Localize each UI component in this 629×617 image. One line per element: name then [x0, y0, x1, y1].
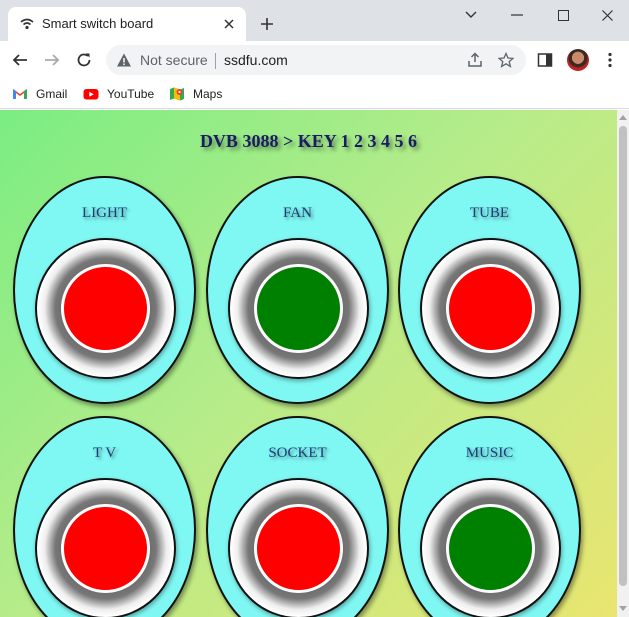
switch-ring-tv[interactable]: [35, 478, 176, 617]
tab-title: Smart switch board: [42, 16, 154, 31]
switch-button-fan[interactable]: [254, 264, 343, 353]
switch-card-music: MUSIC: [398, 416, 581, 617]
reload-icon[interactable]: [72, 48, 96, 72]
switch-button-light[interactable]: [61, 264, 150, 353]
close-window-icon[interactable]: [584, 0, 629, 30]
switch-card-fan: FAN: [206, 176, 389, 404]
security-label[interactable]: Not secure: [140, 52, 208, 68]
gmail-icon: [12, 86, 28, 102]
switch-button-socket[interactable]: [254, 504, 343, 593]
minimize-icon[interactable]: [494, 0, 540, 30]
profile-avatar[interactable]: [567, 49, 589, 71]
bookmark-gmail-label: Gmail: [36, 87, 68, 101]
switch-card-tv: T V: [13, 416, 196, 617]
youtube-icon: [83, 86, 99, 102]
switch-card-light: LIGHT: [13, 176, 196, 404]
omnibox-divider: [215, 53, 216, 69]
new-tab-icon[interactable]: [256, 13, 278, 35]
switch-card-socket: SOCKET: [206, 416, 389, 617]
side-panel-icon[interactable]: [534, 49, 556, 71]
scroll-down-icon[interactable]: [619, 606, 627, 611]
maximize-icon[interactable]: [540, 0, 586, 30]
close-tab-icon[interactable]: [220, 15, 238, 33]
scroll-up-icon[interactable]: [619, 115, 627, 120]
bookmark-gmail[interactable]: Gmail: [12, 83, 67, 105]
scrollbar-thumb[interactable]: [619, 126, 627, 586]
switch-button-tube[interactable]: [446, 264, 535, 353]
tab-search-icon[interactable]: [448, 0, 494, 30]
bookmark-youtube-label: YouTube: [107, 87, 155, 101]
bookmark-star-icon[interactable]: [496, 50, 516, 70]
warning-icon[interactable]: [116, 52, 132, 68]
browser-toolbar: Not secure ssdfu.com: [0, 41, 629, 78]
page-content: DVB 3088 > KEY 1 2 3 4 5 6 LIGHT FAN TUB…: [0, 110, 617, 617]
switch-label-tv: T V: [92, 445, 117, 461]
switch-ring-socket[interactable]: [228, 478, 369, 617]
switch-label-music: MUSIC: [465, 445, 514, 461]
switch-button-tv[interactable]: [61, 504, 150, 593]
page-heading: DVB 3088 > KEY 1 2 3 4 5 6: [199, 131, 418, 151]
switch-ring-music[interactable]: [420, 478, 561, 617]
tab-smart-switch-board[interactable]: Smart switch board: [8, 7, 246, 41]
bookmark-youtube[interactable]: YouTube: [83, 83, 154, 105]
share-icon[interactable]: [465, 50, 485, 70]
forward-arrow-icon[interactable]: [40, 48, 64, 72]
switch-ring-tube[interactable]: [420, 238, 561, 379]
address-bar[interactable]: Not secure ssdfu.com: [106, 45, 526, 75]
vertical-scrollbar[interactable]: [617, 110, 629, 617]
bookmark-maps[interactable]: Maps: [169, 83, 222, 105]
switch-label-tube: TUBE: [469, 205, 510, 221]
switch-label-socket: SOCKET: [268, 445, 327, 461]
bookmark-maps-label: Maps: [193, 87, 223, 101]
switch-label-light: LIGHT: [82, 205, 127, 221]
bookmarks-bar: Gmail YouTube Maps: [0, 78, 629, 109]
switch-ring-light[interactable]: [35, 238, 176, 379]
switch-ring-fan[interactable]: [228, 238, 369, 379]
back-arrow-icon[interactable]: [8, 48, 32, 72]
wifi-favicon-icon: [19, 16, 35, 32]
maps-icon: [169, 86, 185, 102]
menu-kebab-icon[interactable]: [599, 49, 621, 71]
url-text[interactable]: ssdfu.com: [224, 52, 288, 68]
switch-label-fan: FAN: [283, 205, 312, 221]
switch-button-music[interactable]: [446, 504, 535, 593]
switch-card-tube: TUBE: [398, 176, 581, 404]
tab-strip: Smart switch board: [0, 0, 629, 41]
